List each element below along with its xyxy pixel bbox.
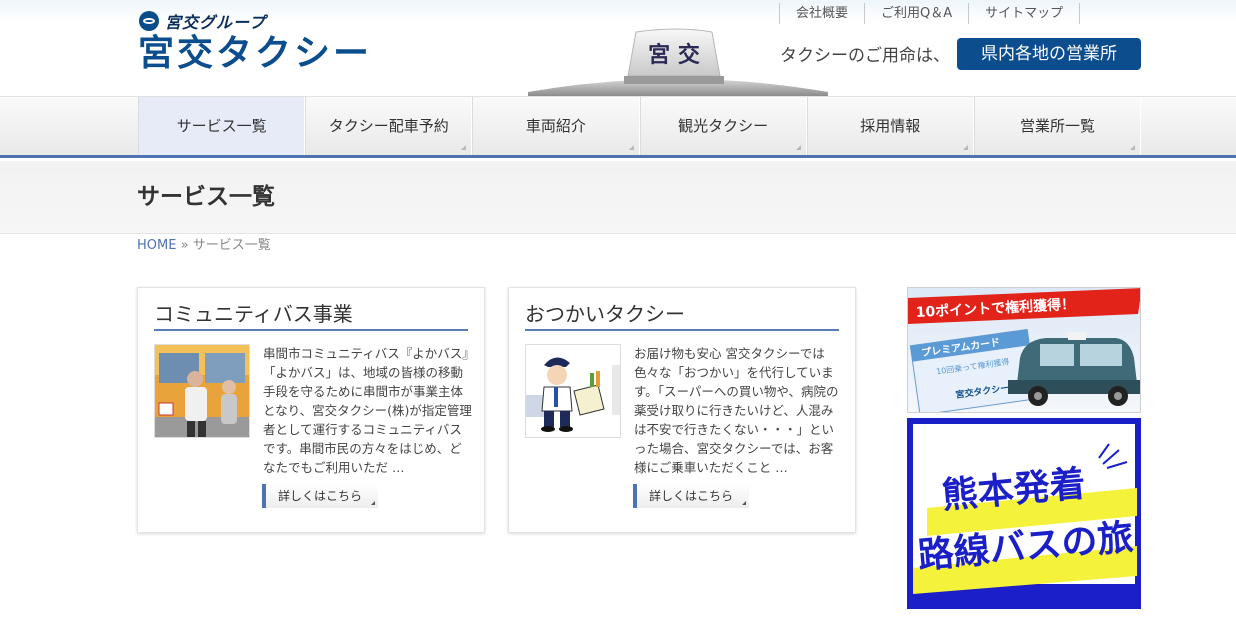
more-button[interactable]: 詳しくはこちら — [633, 484, 749, 508]
nav-item-reservation[interactable]: タクシー配車予約 — [305, 97, 473, 155]
page-title-band: サービス一覧 — [0, 161, 1236, 234]
service-card-errand-taxi: おつかいタクシー お届け物も安心 宮交タクシーでは色々な「おつかい」を代行してい… — [508, 287, 856, 533]
top-links: 会社概要 ご利用Q＆A サイトマップ — [779, 3, 1081, 24]
group-logo[interactable]: 宮交グループ — [139, 10, 266, 32]
card-description: 串間市コミュニティバス『よかバス』「よかバス」は、地域の皆様の移動手段を守るため… — [263, 346, 472, 475]
card-title[interactable]: おつかいタクシー — [525, 300, 839, 331]
top-link-faq[interactable]: ご利用Q＆A — [864, 3, 968, 24]
nav-label: 観光タクシー — [678, 117, 769, 135]
call-text: タクシーのご用命は、 — [780, 46, 950, 66]
site-header: 宮交グループ 宮交タクシー 会社概要 ご利用Q＆A サイトマップ 宮 交 タクシ… — [0, 0, 1236, 96]
more-button[interactable]: 詳しくはこちら — [262, 484, 378, 508]
service-card-community-bus: コミュニティバス事業 串間市コミュニティバス『よかバス』「よかバス」は、地域の皆… — [137, 287, 485, 533]
nav-item-sightseeing[interactable]: 観光タクシー — [639, 97, 807, 155]
corner-arrow-icon — [962, 145, 968, 150]
corner-arrow-icon — [1130, 145, 1136, 150]
nav-item-recruit[interactable]: 採用情報 — [806, 97, 974, 155]
nav-label: 車両紹介 — [525, 117, 586, 135]
breadcrumb: HOME » サービス一覧 — [137, 236, 271, 256]
card-title[interactable]: コミュニティバス事業 — [154, 300, 468, 331]
nav-label: 採用情報 — [860, 117, 921, 135]
corner-arrow-icon — [461, 145, 467, 150]
corner-arrow-icon — [795, 145, 801, 150]
group-name: 宮交グループ — [165, 13, 267, 32]
card-description: お届け物も安心 宮交タクシーでは色々な「おつかい」を代行しています。「スーパーへ… — [634, 346, 839, 475]
group-emblem-icon — [139, 11, 159, 31]
corner-arrow-icon — [742, 501, 746, 505]
top-link-company[interactable]: 会社概要 — [779, 3, 864, 24]
breadcrumb-home[interactable]: HOME — [137, 238, 176, 253]
global-nav: サービス一覧 タクシー配車予約 車両紹介 観光タクシー 採用情報 営業所一覧 — [0, 96, 1236, 158]
nav-label: 営業所一覧 — [1019, 117, 1095, 135]
premium-card-banner[interactable]: 10ポイントで権利獲得！ プレミアムカード 10回乗って権利獲得 宮交タクシー — [907, 287, 1141, 413]
corner-arrow-icon — [371, 501, 375, 505]
nav-item-vehicles[interactable]: 車両紹介 — [472, 97, 640, 155]
nav-item-offices[interactable]: 営業所一覧 — [973, 97, 1142, 155]
more-button-label: 詳しくはこちら — [278, 489, 363, 503]
breadcrumb-separator: » — [180, 238, 189, 253]
top-link-sitemap[interactable]: サイトマップ — [968, 3, 1081, 24]
errand-taxi-illustration[interactable] — [525, 344, 621, 438]
community-bus-photo[interactable] — [154, 344, 250, 438]
breadcrumb-current: サービス一覧 — [192, 238, 271, 253]
nav-label: サービス一覧 — [176, 117, 267, 135]
nav-item-services[interactable]: サービス一覧 — [138, 97, 306, 155]
taxi-sign-text: 宮 交 — [648, 42, 700, 68]
offices-button[interactable]: 県内各地の営業所 — [957, 38, 1141, 70]
nav-label: タクシー配車予約 — [328, 117, 449, 135]
page-title: サービス一覧 — [137, 184, 275, 210]
more-button-label: 詳しくはこちら — [649, 489, 734, 503]
corner-arrow-icon — [628, 145, 634, 150]
site-logo[interactable]: 宮交タクシー — [138, 32, 372, 76]
bus-tour-banner[interactable]: 熊本発着 路線バスの旅 — [907, 418, 1141, 609]
